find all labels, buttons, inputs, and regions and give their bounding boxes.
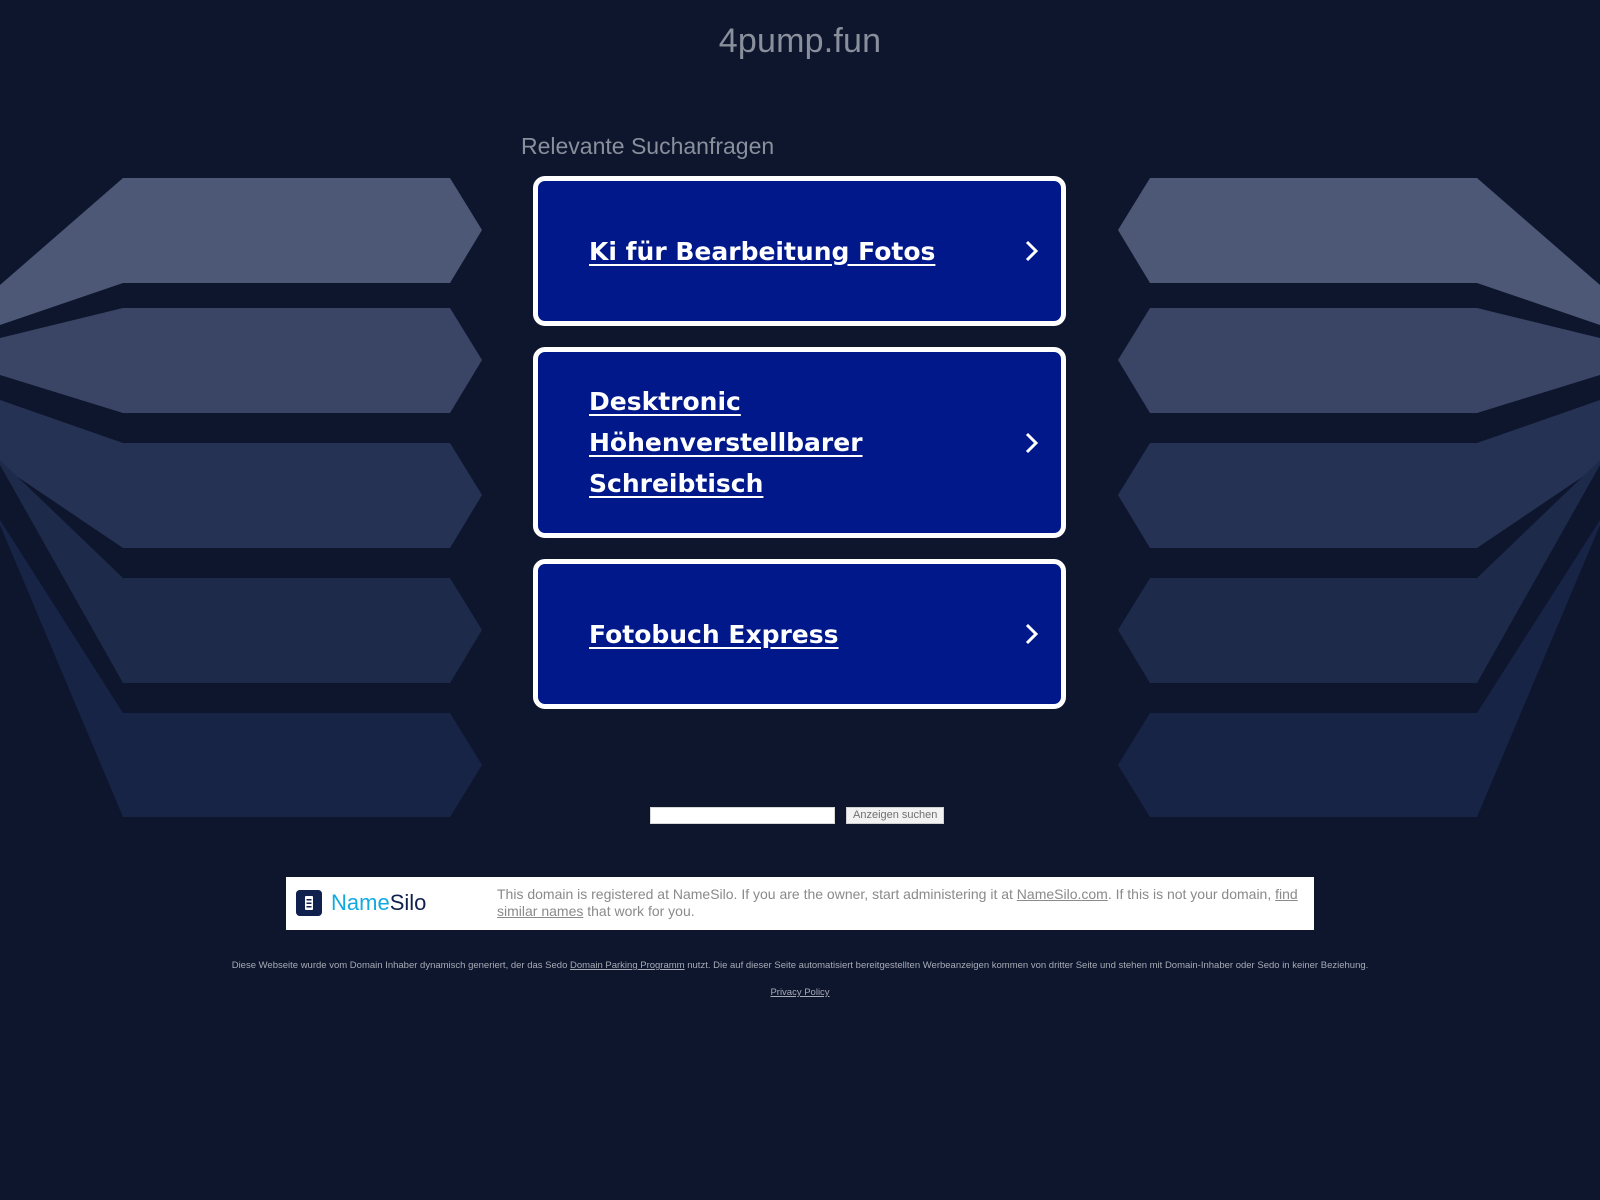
parking-disclaimer: Diese Webseite wurde vom Domain Inhaber … — [0, 960, 1600, 971]
bg-band — [1118, 308, 1600, 413]
related-link-card[interactable]: Desktronic Höhenverstellbarer Schreibtis… — [533, 347, 1066, 538]
registrar-text-part: that work for you. — [583, 903, 695, 919]
domain-parking-program-link[interactable]: Domain Parking Programm — [570, 960, 685, 971]
namesilo-logo-icon — [296, 890, 322, 916]
related-searches-heading: Relevante Suchanfragen — [521, 133, 775, 159]
related-link-label[interactable]: Ki für Bearbeitung Fotos — [589, 231, 1009, 272]
namesilo-wordmark: NameSilo — [331, 890, 426, 916]
privacy-policy-link[interactable]: Privacy Policy — [770, 987, 829, 998]
related-link-card[interactable]: Fotobuch Express — [533, 559, 1066, 709]
bg-band — [0, 178, 482, 325]
ad-search-input[interactable] — [650, 807, 835, 824]
related-link-label[interactable]: Fotobuch Express — [589, 614, 1009, 655]
chevron-right-icon — [1025, 623, 1039, 645]
disclaimer-text: Diese Webseite wurde vom Domain Inhaber … — [231, 960, 571, 971]
registrar-text-part: . If this is not your domain, — [1107, 886, 1276, 902]
related-link-card[interactable]: Ki für Bearbeitung Fotos — [533, 176, 1066, 326]
registrar-message: This domain is registered at NameSilo. I… — [497, 886, 1307, 920]
registrar-text-part: This domain is registered at NameSilo. I… — [497, 886, 1017, 902]
ad-search-form: Anzeigen suchen — [650, 807, 945, 824]
bg-band — [0, 400, 482, 548]
namesilo-logo[interactable]: NameSilo — [296, 890, 426, 916]
bg-band — [1118, 178, 1600, 325]
related-link-label[interactable]: Desktronic Höhenverstellbarer Schreibtis… — [589, 381, 1009, 504]
ad-search-button[interactable]: Anzeigen suchen — [846, 807, 945, 824]
domain-title: 4pump.fun — [718, 22, 882, 60]
parking-page: 4pump.fun Relevante Suchanfragen Ki für … — [0, 0, 1600, 1200]
chevron-right-icon — [1025, 432, 1039, 453]
disclaimer-text: nutzt. Die auf dieser Seite automatisier… — [684, 960, 1369, 971]
namesilo-wordmark-silo: Silo — [389, 890, 427, 915]
chevron-right-icon — [1025, 240, 1039, 262]
namesilo-link[interactable]: NameSilo.com — [1017, 886, 1108, 902]
namesilo-wordmark-name: Name — [331, 890, 390, 915]
bg-band — [1118, 400, 1600, 548]
bg-band — [0, 308, 482, 413]
privacy-row: Privacy Policy — [0, 987, 1600, 998]
registrar-banner: NameSilo This domain is registered at Na… — [286, 877, 1314, 930]
